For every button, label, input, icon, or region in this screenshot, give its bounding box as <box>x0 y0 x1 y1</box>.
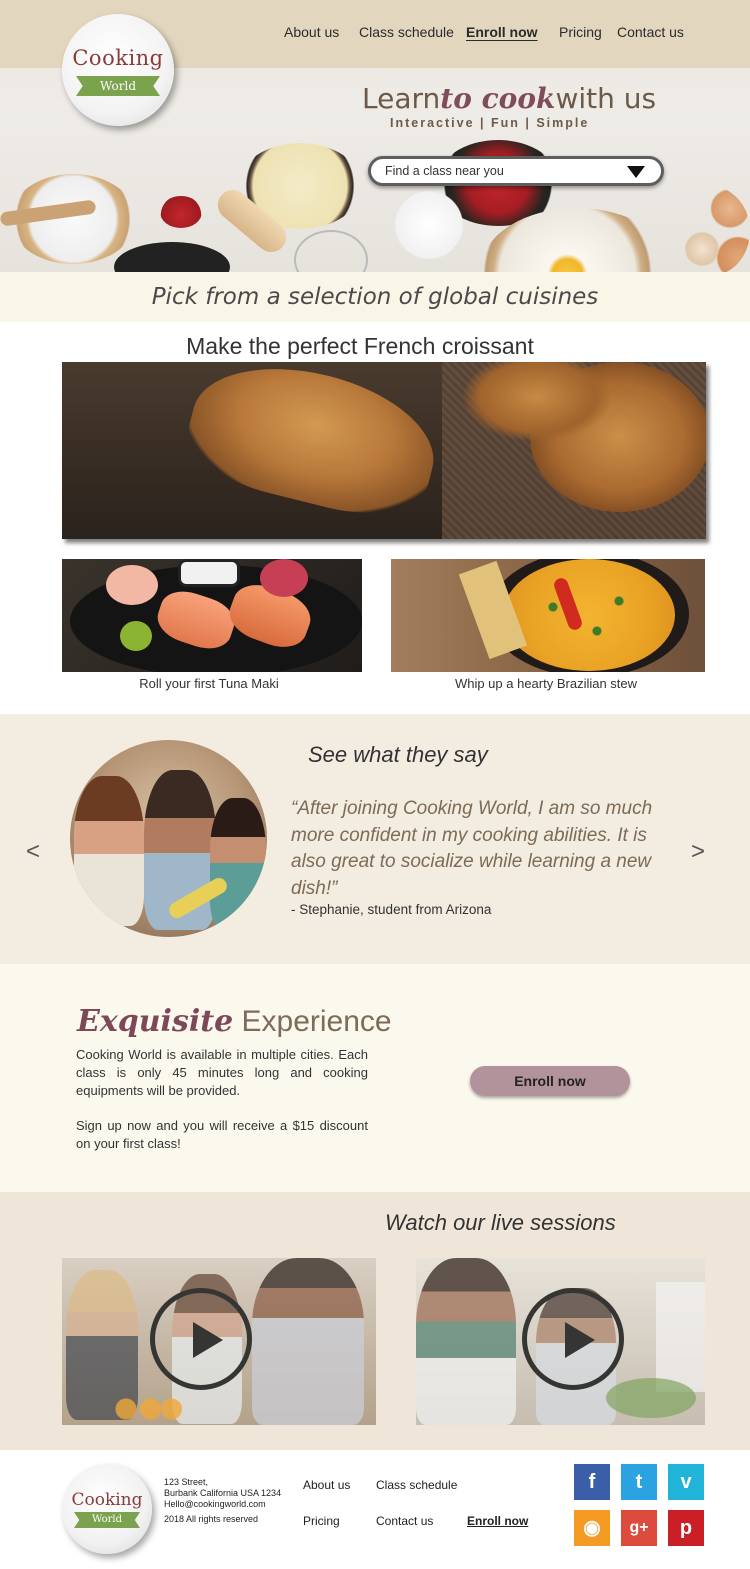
tagline-post: with us <box>555 82 657 115</box>
whisk-image <box>294 230 368 272</box>
footer-address-line-2: Burbank California USA 1234 <box>164 1488 282 1498</box>
ginger <box>106 565 158 605</box>
student-woman-2 <box>210 798 266 928</box>
class-finder-dropdown[interactable]: Find a class near you <box>368 156 664 186</box>
wasabi <box>120 621 152 651</box>
experience-paragraph-1: Cooking World is available in multiple c… <box>76 1047 368 1098</box>
video1-person-right <box>252 1258 364 1425</box>
brazilian-stew-caption[interactable]: Whip up a hearty Brazilian stew <box>391 676 701 691</box>
radish <box>260 559 308 597</box>
footer-logo[interactable]: Cooking World <box>62 1464 152 1554</box>
nav-class-schedule[interactable]: Class schedule <box>359 24 454 40</box>
students-photo <box>70 740 267 937</box>
twitter-icon[interactable]: t <box>621 1464 657 1500</box>
class-finder-value: Find a class near you <box>385 164 504 178</box>
hero-subtagline: Interactive | Fun | Simple <box>390 116 590 130</box>
brand-logo[interactable]: Cooking World <box>62 14 174 126</box>
nav-enroll-now[interactable]: Enroll now <box>466 24 538 40</box>
video2-person-left <box>416 1258 516 1425</box>
maki-roll <box>178 559 240 587</box>
tagline-emphasis: to cook <box>440 82 556 115</box>
footer-address-line-1: 123 Street, <box>164 1477 209 1487</box>
student-woman <box>74 776 144 926</box>
rss-icon[interactable]: ◉ <box>574 1510 610 1546</box>
croissant-left <box>178 362 448 530</box>
logo-ribbon: World <box>76 76 160 96</box>
video2-greens <box>606 1378 696 1418</box>
next-testimonial-button[interactable]: > <box>691 838 705 866</box>
footer-link-enroll-now[interactable]: Enroll now <box>467 1514 528 1528</box>
nav-pricing[interactable]: Pricing <box>559 24 602 40</box>
footer-logo-text: Cooking <box>71 1490 143 1510</box>
hero-tagline: Learnto cookwith us <box>362 82 656 115</box>
testimonial-title: See what they say <box>308 742 488 767</box>
live-sessions-title: Watch our live sessions <box>385 1210 616 1235</box>
nav-contact-us[interactable]: Contact us <box>617 24 684 40</box>
croissant-image[interactable] <box>62 362 706 539</box>
experience-heading-rest: Experience <box>241 1005 392 1038</box>
tuna-maki-caption[interactable]: Roll your first Tuna Maki <box>62 676 356 691</box>
video2-window <box>656 1282 705 1392</box>
footer-logo-ribbon: World <box>74 1512 140 1528</box>
live-video-1[interactable] <box>62 1258 376 1425</box>
play-icon[interactable] <box>522 1288 624 1390</box>
brazilian-stew-image[interactable] <box>391 559 705 672</box>
experience-heading-em: Exquisite <box>77 1004 234 1039</box>
logo-text: Cooking <box>72 46 164 70</box>
google-plus-icon[interactable]: g+ <box>621 1510 657 1546</box>
experience-paragraph-2: Sign up now and you will receive a $15 d… <box>76 1118 368 1151</box>
tuna-maki-image[interactable] <box>62 559 362 672</box>
eggs-image <box>670 186 750 272</box>
black-tart-pan-image <box>114 242 230 272</box>
cuisines-banner-text: Pick from a selection of global cuisines <box>151 284 599 310</box>
prev-testimonial-button[interactable]: < <box>26 838 40 866</box>
testimonial-author: - Stephanie, student from Arizona <box>291 902 492 917</box>
play-icon[interactable] <box>150 1288 252 1390</box>
live-video-2[interactable] <box>416 1258 705 1425</box>
facebook-icon[interactable]: f <box>574 1464 610 1500</box>
footer-link-class-schedule[interactable]: Class schedule <box>376 1478 457 1492</box>
vimeo-icon[interactable]: v <box>668 1464 704 1500</box>
video1-oranges <box>112 1394 182 1424</box>
footer-link-contact-us[interactable]: Contact us <box>376 1514 433 1528</box>
feature-title: Make the perfect French croissant <box>186 333 534 359</box>
testimonial-quote: “After joining Cooking World, I am so mu… <box>291 798 653 899</box>
hero-banner: Cooking World About us Class schedule En… <box>0 0 750 272</box>
stew-herbs <box>531 589 641 649</box>
tagline-pre: Learn <box>362 82 441 115</box>
footer-link-pricing[interactable]: Pricing <box>303 1514 340 1528</box>
measuring-spoons-image <box>386 190 472 260</box>
footer-copyright: 2018 All rights reserved <box>164 1514 259 1524</box>
nav-about-us[interactable]: About us <box>284 24 339 40</box>
enroll-now-button[interactable]: Enroll now <box>470 1066 630 1096</box>
footer-link-about-us[interactable]: About us <box>303 1478 350 1492</box>
strawberry-image <box>160 196 202 228</box>
footer-email[interactable]: Hello@cookingworld.com <box>164 1499 266 1509</box>
pinterest-icon[interactable]: p <box>668 1510 704 1546</box>
experience-heading: Exquisite Experience <box>77 1004 392 1039</box>
chevron-down-icon[interactable] <box>627 166 645 178</box>
cuisines-banner: Pick from a selection of global cuisines <box>0 272 750 322</box>
